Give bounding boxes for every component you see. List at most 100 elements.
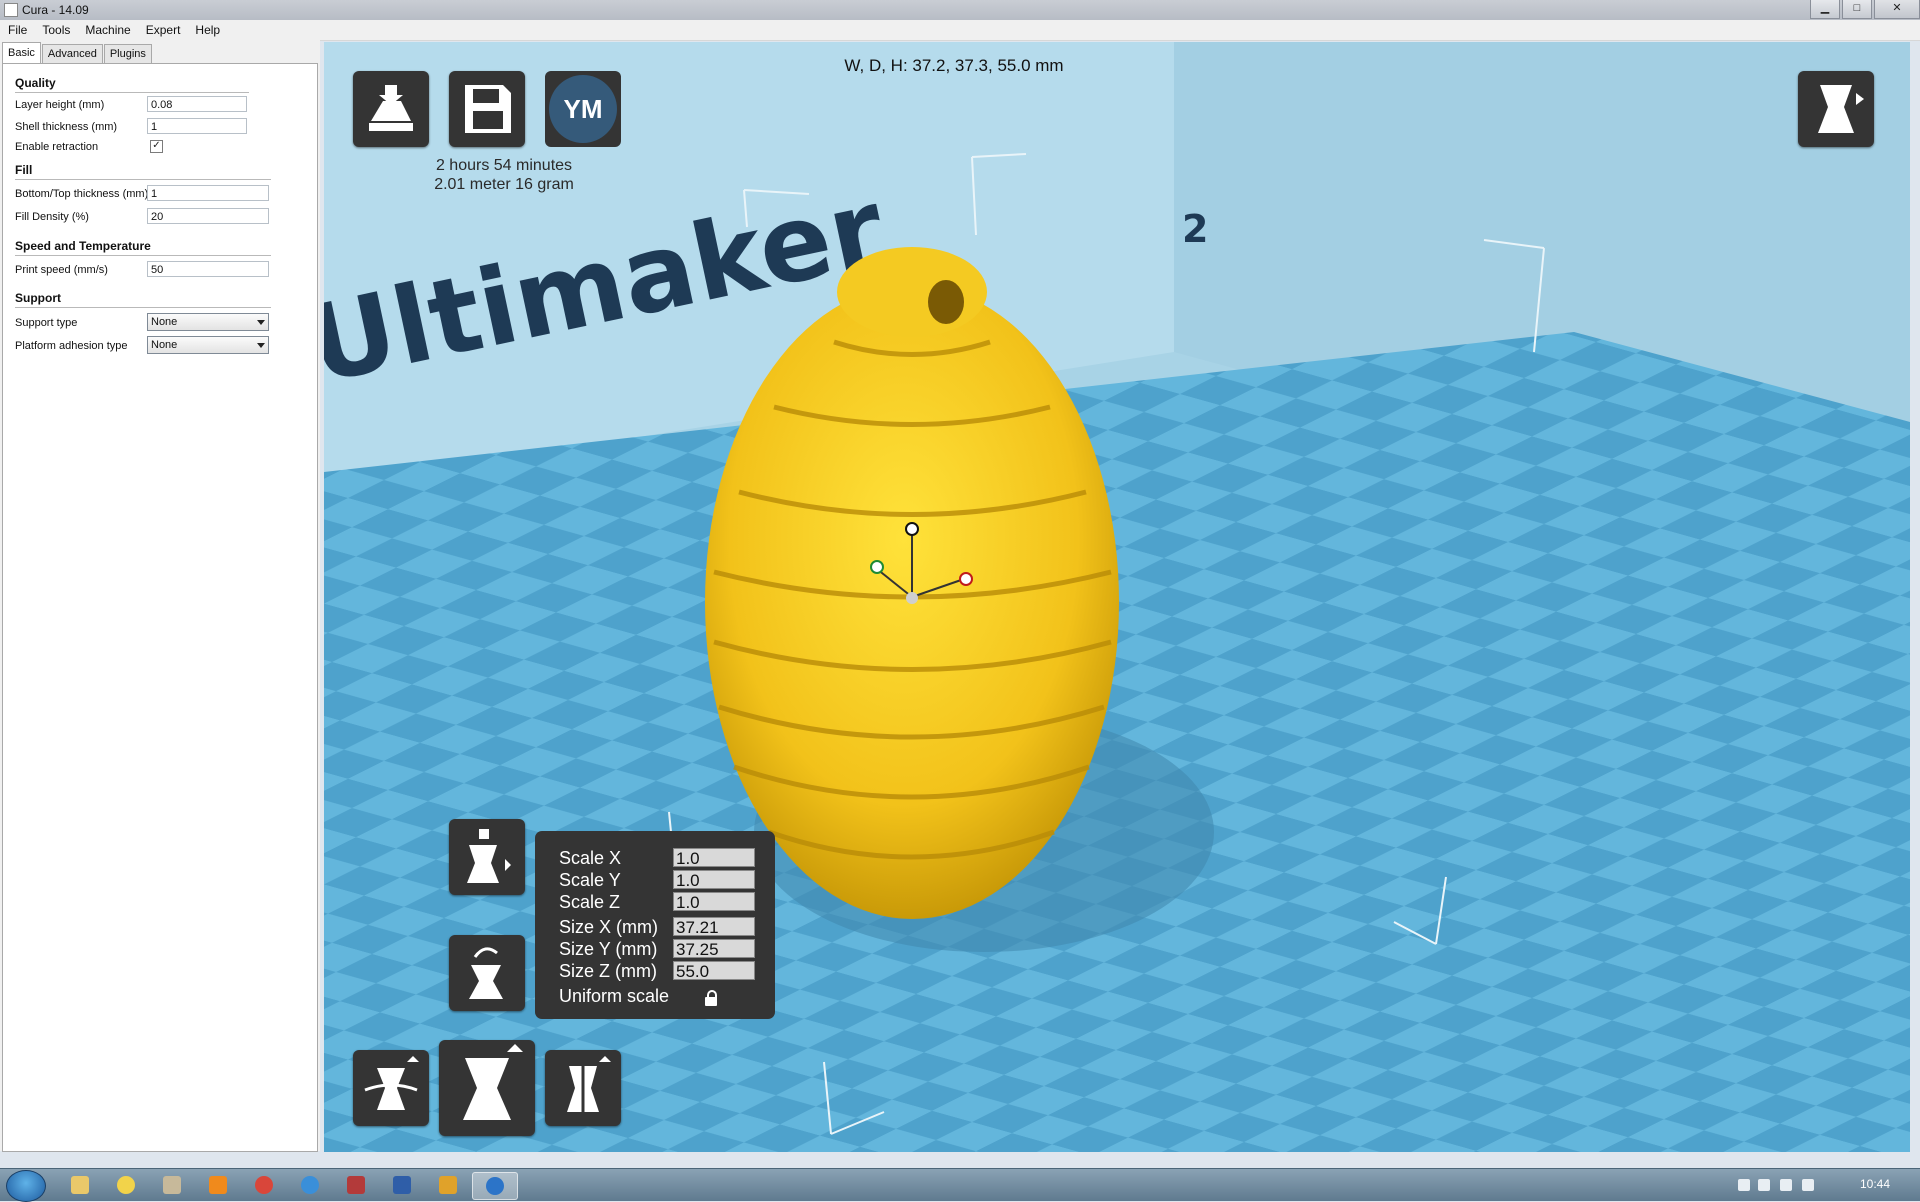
size-z-input[interactable]: 55.0 (673, 961, 755, 981)
size-y-label: Size Y (mm) (559, 939, 658, 959)
lay-flat-button[interactable] (449, 819, 525, 895)
adhesion-type-value: None (151, 339, 178, 351)
size-z-label: Size Z (mm) (559, 961, 657, 981)
tab-plugins[interactable]: Plugins (103, 44, 152, 64)
scale-tool-button[interactable] (439, 1040, 535, 1136)
shell-thickness-label: Shell thickness (mm) (15, 121, 118, 133)
scale-x-input[interactable]: 1.0 (673, 848, 755, 868)
tool-icon (163, 1176, 181, 1194)
settings-tabs: Basic Advanced Plugins (2, 42, 153, 65)
divider (15, 92, 249, 93)
ie-icon (301, 1176, 319, 1194)
volume-icon[interactable] (1780, 1179, 1792, 1191)
uniform-scale-label: Uniform scale (559, 986, 670, 1006)
window-title: Cura - 14.09 (22, 3, 89, 17)
youmagine-label: YM (549, 75, 617, 143)
print-material: 2.01 meter 16 gram (434, 176, 574, 193)
print-estimate: 2 hours 54 minutes 2.01 meter 16 gram (384, 156, 624, 194)
smiley-icon (117, 1176, 135, 1194)
shell-thickness-input[interactable]: 1 (147, 118, 247, 134)
adhesion-type-label: Platform adhesion type (15, 340, 128, 352)
menu-machine[interactable]: Machine (77, 20, 137, 40)
tray-arrow-icon[interactable] (1738, 1179, 1750, 1191)
close-button[interactable]: ✕ (1874, 0, 1920, 19)
retraction-label: Enable retraction (15, 141, 99, 153)
taskbar-vlc[interactable] (196, 1172, 240, 1198)
divider (15, 179, 271, 180)
flag-icon[interactable] (1802, 1179, 1814, 1191)
bottom-top-thickness-input[interactable]: 1 (147, 185, 269, 201)
menu-tools[interactable]: Tools (34, 20, 77, 40)
word-icon (393, 1176, 411, 1194)
menu-expert[interactable]: Expert (138, 20, 188, 40)
settings-body: Quality Layer height (mm) 0.08 Shell thi… (2, 63, 318, 1152)
app-icon (347, 1176, 365, 1194)
support-type-select[interactable]: None (147, 313, 269, 331)
reset-scale-button[interactable] (449, 935, 525, 1011)
support-type-label: Support type (15, 317, 78, 329)
divider (15, 255, 271, 256)
minimize-button[interactable]: ▁ (1810, 0, 1840, 19)
title-bar: Cura - 14.09 ▁ □ ✕ (0, 0, 1920, 21)
network-icon[interactable] (1758, 1179, 1770, 1191)
taskbar-app-9[interactable] (426, 1172, 470, 1198)
size-x-input[interactable]: 37.21 (673, 917, 755, 937)
taskbar-app-3[interactable] (150, 1172, 194, 1198)
cura-icon (486, 1177, 504, 1195)
taskbar-word[interactable] (380, 1172, 424, 1198)
folder-icon (71, 1176, 89, 1194)
lock-icon[interactable] (705, 990, 717, 1006)
taskbar-chrome[interactable] (242, 1172, 286, 1198)
scale-y-label: Scale Y (559, 870, 621, 890)
scale-panel: Scale X 1.0 Scale Y 1.0 Scale Z 1.0 Size… (535, 831, 775, 1019)
layer-height-input[interactable]: 0.08 (147, 96, 247, 112)
taskbar-ie[interactable] (288, 1172, 332, 1198)
load-model-button[interactable] (353, 71, 429, 147)
adhesion-type-select[interactable]: None (147, 336, 269, 354)
mirror-tool-button[interactable] (545, 1050, 621, 1126)
fill-density-label: Fill Density (%) (15, 211, 89, 223)
tab-advanced[interactable]: Advanced (41, 44, 103, 64)
clock[interactable]: 10:44 (1860, 1177, 1890, 1191)
section-support-heading: Support (15, 291, 61, 305)
3d-viewport[interactable]: Ultimaker 2 YM 2 hours 54 minutes 2.01 m… (324, 42, 1910, 1152)
scale-z-label: Scale Z (559, 892, 621, 912)
chevron-down-icon (257, 320, 265, 325)
taskbar: 10:44 (0, 1168, 1920, 1202)
maximize-button[interactable]: □ (1842, 0, 1872, 19)
taskbar-app-7[interactable] (334, 1172, 378, 1198)
tab-basic[interactable]: Basic (2, 42, 41, 65)
section-speed-heading: Speed and Temperature (15, 239, 151, 253)
size-y-input[interactable]: 37.25 (673, 939, 755, 959)
app-icon (439, 1176, 457, 1194)
start-button[interactable] (6, 1170, 46, 1202)
taskbar-app-2[interactable] (104, 1172, 148, 1198)
scale-z-input[interactable]: 1.0 (673, 892, 755, 912)
chevron-down-icon (257, 343, 265, 348)
size-x-label: Size X (mm) (559, 917, 658, 937)
vlc-icon (209, 1176, 227, 1194)
menu-file[interactable]: File (0, 20, 34, 40)
fill-density-input[interactable]: 20 (147, 208, 269, 224)
rotate-tool-button[interactable] (353, 1050, 429, 1126)
model-dimensions: W, D, H: 37.2, 37.3, 55.0 mm (844, 56, 1064, 75)
taskbar-explorer[interactable] (58, 1172, 102, 1198)
bottom-top-thickness-label: Bottom/Top thickness (mm) (15, 188, 149, 200)
view-mode-button[interactable] (1798, 71, 1874, 147)
save-button[interactable] (449, 71, 525, 147)
print-speed-input[interactable]: 50 (147, 261, 269, 277)
youmagine-button[interactable]: YM (545, 71, 621, 147)
brand-superscript: 2 (1182, 207, 1208, 251)
support-type-value: None (151, 316, 178, 328)
retraction-checkbox[interactable]: ✓ (150, 140, 163, 153)
print-time: 2 hours 54 minutes (435, 157, 573, 174)
menu-help[interactable]: Help (187, 20, 227, 40)
print-speed-label: Print speed (mm/s) (15, 264, 108, 276)
menu-bar: File Tools Machine Expert Help (0, 20, 1920, 41)
app-icon (4, 3, 18, 17)
divider (15, 307, 271, 308)
taskbar-cura[interactable] (472, 1172, 518, 1200)
layer-height-label: Layer height (mm) (15, 99, 105, 111)
scale-y-input[interactable]: 1.0 (673, 870, 755, 890)
section-quality-heading: Quality (15, 76, 56, 90)
